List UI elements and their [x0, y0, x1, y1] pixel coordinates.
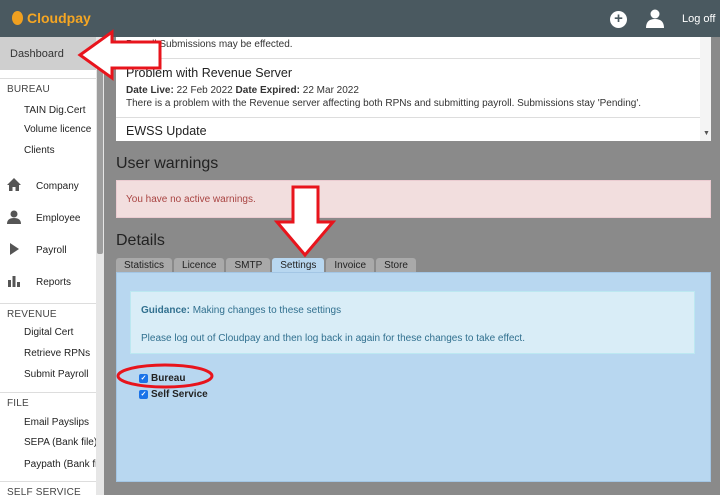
tab-store[interactable]: Store — [376, 258, 416, 272]
bureau-checkbox-row[interactable]: ✓ Bureau — [139, 373, 185, 384]
date-live-value: 22 Feb 2022 — [176, 85, 233, 96]
sidebar-item-company[interactable]: Company — [0, 178, 96, 208]
tab-licence[interactable]: Licence — [174, 258, 225, 272]
self-service-checkbox[interactable]: ✓ — [139, 390, 148, 399]
sidebar-item-label: Payroll — [36, 245, 67, 256]
sidebar-item-tain-dig-cert[interactable]: TAIN Dig.Cert — [24, 105, 86, 116]
home-icon — [7, 178, 21, 191]
play-icon — [10, 243, 19, 255]
sidebar-section-bureau: BUREAU — [0, 78, 96, 100]
date-expired-value: 22 Mar 2022 — [302, 85, 359, 96]
bar-chart-icon — [8, 276, 20, 287]
guidance-title: Guidance: Making changes to these settin… — [141, 305, 341, 316]
tab-smtp[interactable]: SMTP — [226, 258, 271, 272]
guidance-note: Please log out of Cloudpay and then log … — [141, 333, 525, 344]
notice-partial-text: Payroll Submissions may be effected. — [126, 39, 293, 50]
sidebar-item-label: Company — [36, 181, 79, 192]
sidebar-item-dashboard[interactable]: Dashboard — [0, 37, 96, 70]
self-service-checkbox-label[interactable]: Self Service — [151, 389, 208, 400]
sidebar-item-sepa[interactable]: SEPA (Bank file) — [24, 437, 97, 448]
app-name: Cloudpay — [27, 10, 91, 26]
user-icon[interactable] — [646, 9, 664, 28]
user-warnings-heading: User warnings — [116, 155, 219, 172]
notice-title: Problem with Revenue Server — [126, 66, 293, 80]
sidebar-item-label: Reports — [36, 277, 72, 288]
sidebar-item-clients[interactable]: Clients — [24, 145, 55, 156]
details-tabs: Statistics Licence SMTP Settings Invoice… — [116, 258, 416, 272]
logoff-link[interactable]: Log off — [682, 13, 715, 25]
settings-panel: Guidance: Making changes to these settin… — [116, 272, 711, 482]
user-icon — [7, 210, 21, 224]
tab-invoice[interactable]: Invoice — [326, 258, 375, 272]
tab-statistics[interactable]: Statistics — [116, 258, 173, 272]
date-expired-label: Date Expired: — [235, 85, 300, 96]
sidebar-item-submit-payroll[interactable]: Submit Payroll — [24, 369, 88, 380]
warnings-alert: You have no active warnings. — [116, 180, 711, 218]
sidebar-item-reports[interactable]: Reports — [0, 274, 96, 304]
sidebar-item-paypath[interactable]: Paypath (Bank file) — [24, 459, 104, 470]
notice-body: There is a problem with the Revenue serv… — [126, 98, 642, 109]
sidebar-item-label: Employee — [36, 213, 81, 224]
sidebar-item-email-payslips[interactable]: Email Payslips — [24, 417, 89, 428]
details-heading: Details — [116, 232, 165, 249]
notice-dates: Date Live: 22 Feb 2022 Date Expired: 22 … — [126, 85, 359, 96]
app-logo[interactable]: Cloudpay — [12, 10, 91, 26]
notice-divider — [116, 117, 702, 118]
sidebar-section-file: FILE — [0, 392, 96, 414]
date-live-label: Date Live: — [126, 85, 174, 96]
sidebar-item-digital-cert[interactable]: Digital Cert — [24, 327, 73, 338]
guidance-box: Guidance: Making changes to these settin… — [130, 291, 695, 354]
notice-divider — [116, 58, 702, 59]
tab-settings[interactable]: Settings — [272, 258, 325, 272]
notice-title: EWSS Update — [126, 124, 207, 138]
sidebar-scroll-thumb[interactable] — [97, 42, 103, 254]
top-bar: Cloudpay + Log off — [0, 0, 720, 37]
cloudpay-logo-icon — [12, 11, 23, 25]
sidebar-section-self-service: SELF SERVICE — [0, 481, 96, 495]
sidebar-section-revenue: REVENUE — [0, 303, 96, 325]
bureau-checkbox[interactable]: ✓ — [139, 374, 148, 383]
self-service-checkbox-row[interactable]: ✓ Self Service — [139, 389, 208, 400]
sidebar-item-retrieve-rpns[interactable]: Retrieve RPNs — [24, 348, 90, 359]
notices-panel: Payroll Submissions may be effected. Pro… — [116, 37, 711, 141]
bureau-checkbox-label[interactable]: Bureau — [151, 373, 185, 384]
sidebar-item-payroll[interactable]: Payroll — [0, 242, 96, 272]
sidebar-item-volume-licence[interactable]: Volume licence — [24, 124, 91, 135]
sidebar: Dashboard BUREAU TAIN Dig.Cert Volume li… — [0, 37, 104, 495]
add-icon[interactable]: + — [610, 11, 627, 28]
guidance-text: Making changes to these settings — [192, 305, 342, 316]
notices-scrollbar[interactable] — [700, 37, 711, 141]
sidebar-item-employee[interactable]: Employee — [0, 210, 96, 240]
guidance-label: Guidance: — [141, 305, 190, 316]
scroll-down-icon[interactable]: ▼ — [703, 130, 710, 137]
